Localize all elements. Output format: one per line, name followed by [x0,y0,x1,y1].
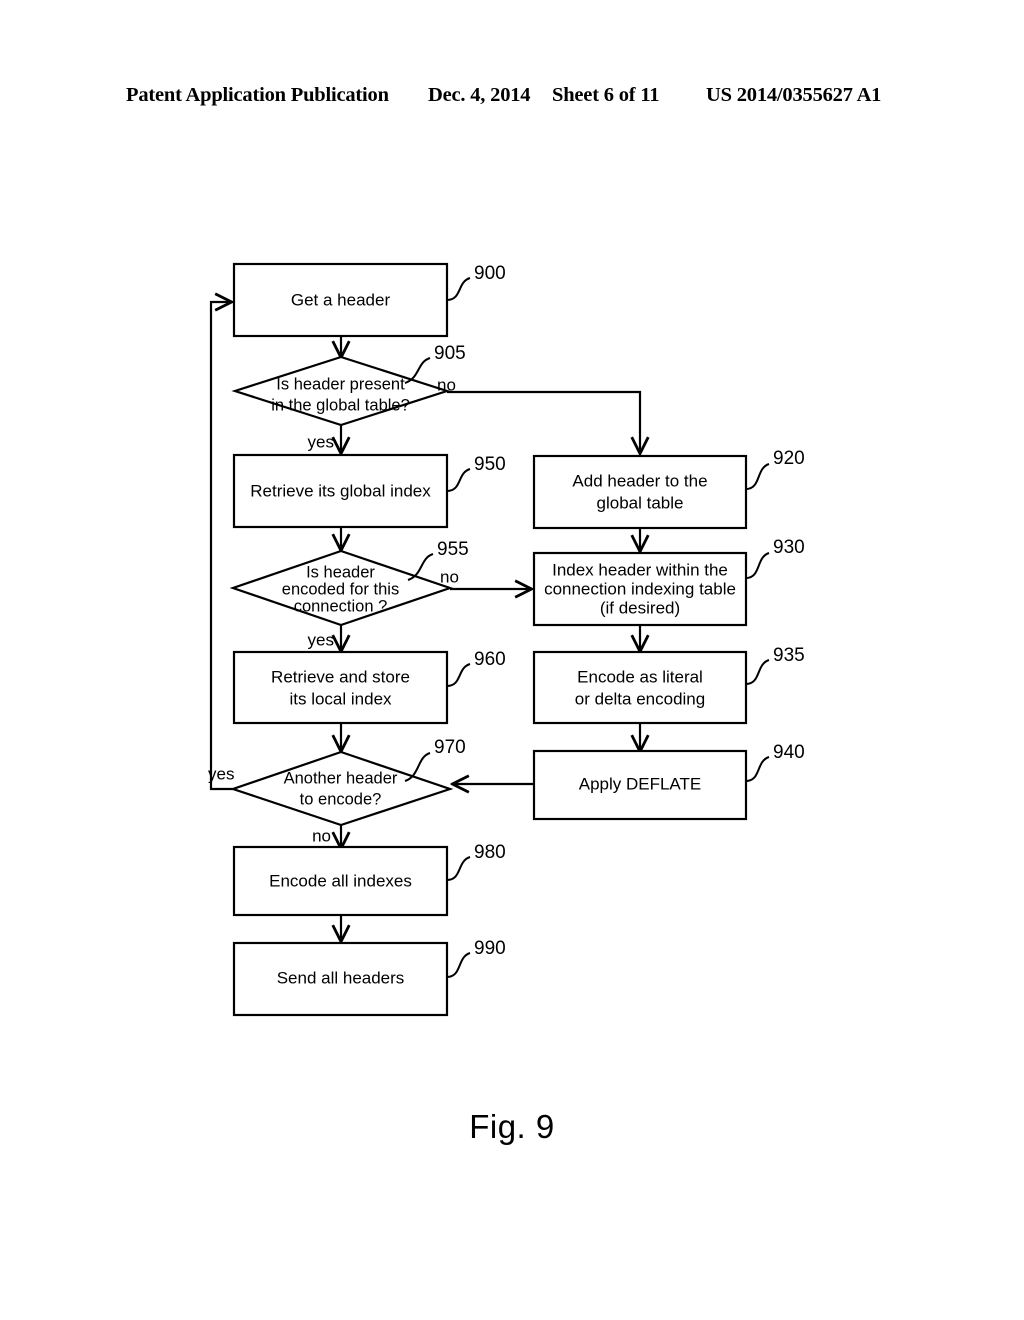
leader-line-990 [446,952,471,978]
ref-number-935: 935 [773,645,805,666]
node-990-label: Send all headers [277,968,405,987]
node-930-label-line1: Index header within the [552,560,728,579]
node-955-label-line3: connection ? [294,597,388,615]
connector-905-no-to-920 [447,390,640,452]
leader-line-980 [446,856,471,881]
edge-label-970-yes: yes [208,764,234,783]
edge-label-970-no: no [312,826,331,845]
ref-number-905: 905 [434,343,466,364]
ref-number-955: 955 [437,539,469,560]
connector-970-yes-feedback-to-900 [209,302,233,791]
node-935-encode-as-literal-or-delta-encoding [532,650,748,725]
edge-label-955-yes: yes [308,630,334,649]
ref-number-970: 970 [434,737,466,758]
node-920-label-line1: Add header to the [572,471,707,490]
node-980-label: Encode all indexes [269,871,412,890]
node-940-label: Apply DEFLATE [579,774,702,793]
edge-label-905-yes: yes [308,432,334,451]
node-920-add-header-to-global-table [532,454,748,530]
node-960-retrieve-and-store-its-local-index [232,650,449,725]
leader-line-930 [745,552,770,579]
node-960-label-line1: Retrieve and store [271,667,410,686]
node-955-label-line1: Is header [306,563,375,581]
ref-number-960: 960 [474,649,506,670]
node-905-label-line1: Is header present [276,375,405,393]
node-935-label-line1: Encode as literal [577,667,703,686]
node-970-label-line1: Another header [284,769,398,787]
ref-number-990: 990 [474,938,506,959]
node-930-label-line3: (if desired) [600,598,680,617]
edge-label-905-no: no [437,375,456,394]
ref-number-950: 950 [474,454,506,475]
ref-number-920: 920 [773,448,805,469]
ref-number-930: 930 [773,537,805,558]
leader-line-940 [745,756,770,782]
leader-line-960 [446,663,471,687]
node-935-label-line2: or delta encoding [575,689,705,708]
node-930-label-line2: connection indexing table [544,579,736,598]
figure-caption: Fig. 9 [469,1108,555,1145]
node-950-label: Retrieve its global index [250,481,431,500]
node-955-label-line2: encoded for this [282,580,399,598]
ref-number-900: 900 [474,263,506,284]
leader-line-935 [745,659,770,685]
ref-number-980: 980 [474,842,506,863]
leader-line-920 [745,463,770,490]
ref-number-940: 940 [773,742,805,763]
node-920-label-line2: global table [597,493,684,512]
node-960-label-line2: its local index [289,689,392,708]
edge-label-955-no: no [440,567,459,586]
node-970-another-header-to-encode [229,750,454,827]
node-970-label-line2: to encode? [300,790,382,808]
node-900-label: Get a header [291,290,391,309]
leader-line-950 [446,468,471,492]
leader-line-900 [446,277,471,301]
node-905-label-line2: in the global table? [271,396,410,414]
